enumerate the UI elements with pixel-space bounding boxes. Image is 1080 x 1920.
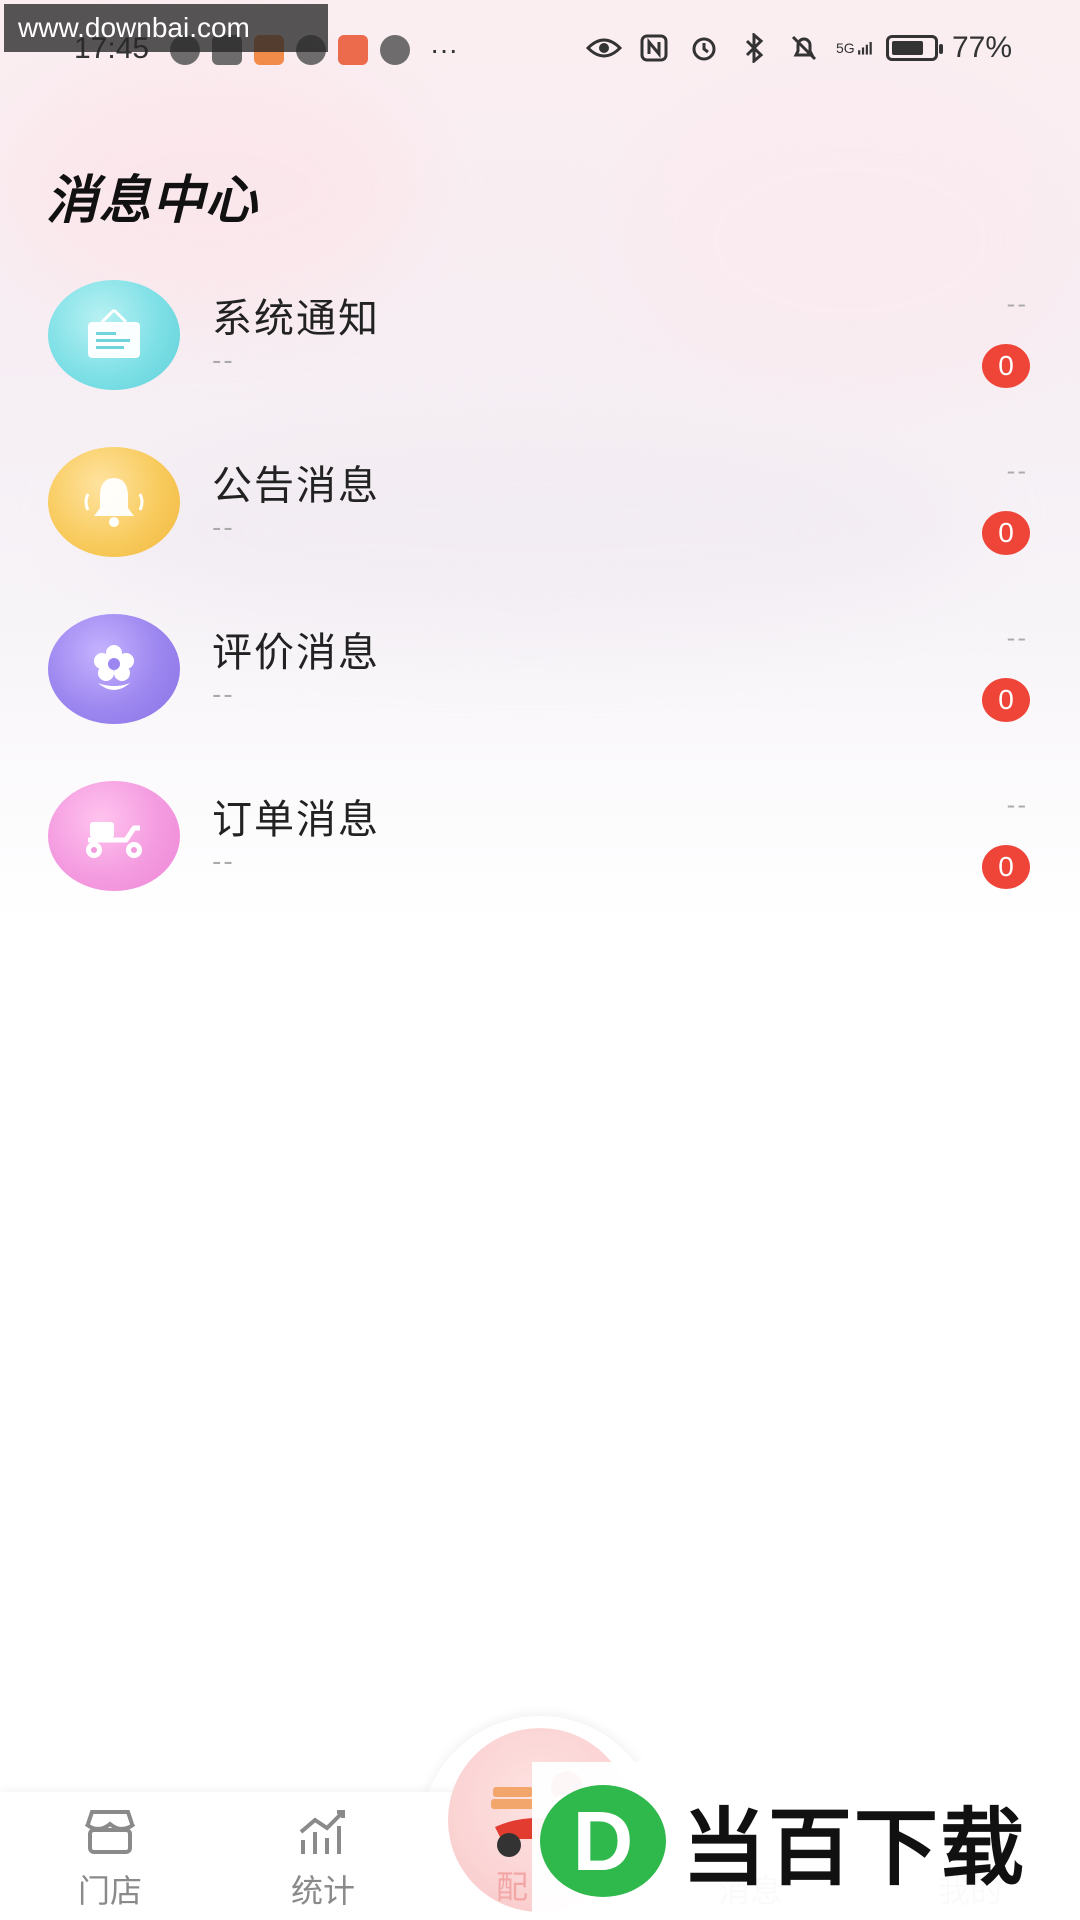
- message-preview: --: [212, 346, 235, 376]
- flower-icon: [48, 614, 180, 724]
- nav-label: 配: [496, 1868, 529, 1906]
- taobao-icon: [338, 35, 368, 65]
- message-title: 订单消息: [212, 797, 380, 843]
- message-time: --: [1006, 457, 1028, 485]
- message-title: 系统通知: [212, 296, 380, 342]
- mute-bell-icon: [786, 30, 822, 66]
- message-item-announcement[interactable]: 公告消息 -- -- 0: [0, 437, 1080, 604]
- nav-label: 统计: [290, 1872, 355, 1910]
- message-list: 系统通知 -- -- 0 公告消息 -- -- 0 评价消息 -- -- 0 订…: [0, 270, 1080, 938]
- watermark-url: www.downbai.com: [4, 4, 328, 52]
- signal-icon: 5G: [836, 30, 872, 66]
- more-notifications-icon: ···: [430, 34, 458, 65]
- bell-icon: [48, 447, 180, 557]
- message-title: 评价消息: [212, 630, 380, 676]
- message-time: --: [1006, 290, 1028, 318]
- brand-logo: D: [540, 1785, 666, 1897]
- battery-level: [891, 41, 923, 55]
- message-item-order[interactable]: 订单消息 -- -- 0: [0, 771, 1080, 938]
- audio-icon: [380, 35, 410, 65]
- message-preview: --: [212, 680, 235, 710]
- nav-item-store[interactable]: 门店: [40, 1808, 180, 1912]
- message-preview: --: [212, 847, 235, 877]
- brand-text: 当百下载: [682, 1798, 1027, 1897]
- unread-count-badge: 0: [982, 511, 1030, 555]
- message-preview: --: [212, 513, 235, 543]
- bluetooth-icon: [736, 30, 772, 66]
- status-system-icons: 5G 77%: [585, 30, 1012, 66]
- store-icon: [40, 1808, 180, 1856]
- network-type: 5G: [835, 40, 855, 56]
- eye-icon: [585, 30, 622, 66]
- message-item-system[interactable]: 系统通知 -- -- 0: [0, 270, 1080, 437]
- chart-icon: [253, 1808, 393, 1856]
- battery-icon: [885, 35, 943, 61]
- scooter-icon: [48, 781, 180, 891]
- unread-count-badge: 0: [982, 678, 1030, 722]
- unread-count-badge: 0: [982, 344, 1030, 388]
- message-item-review[interactable]: 评价消息 -- -- 0: [0, 604, 1080, 771]
- message-title: 公告消息: [212, 463, 380, 509]
- page-title: 消息中心: [46, 171, 259, 231]
- unread-count-badge: 0: [982, 845, 1030, 889]
- notice-board-icon: [48, 280, 180, 390]
- message-time: --: [1006, 791, 1028, 819]
- nav-label: 门店: [77, 1872, 142, 1910]
- nav-item-stats[interactable]: 统计: [253, 1808, 393, 1912]
- message-time: --: [1006, 624, 1028, 652]
- brand-watermark: D 当百下载: [532, 1762, 1080, 1920]
- battery-percent: 77%: [951, 31, 1012, 64]
- nfc-icon: [636, 30, 672, 66]
- alarm-icon: [686, 30, 722, 66]
